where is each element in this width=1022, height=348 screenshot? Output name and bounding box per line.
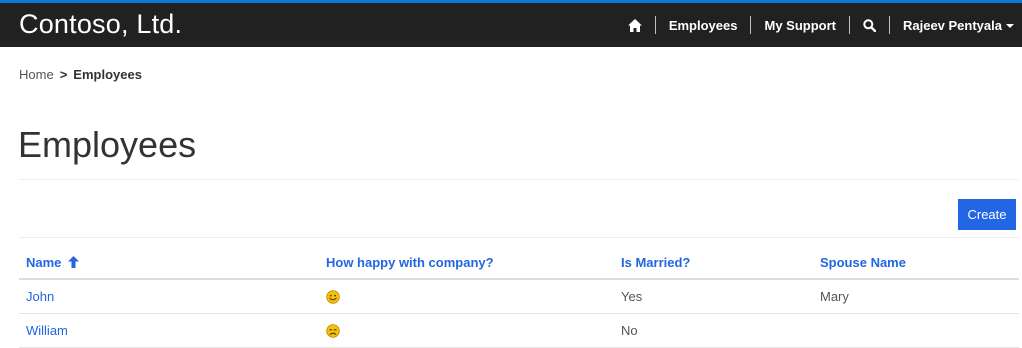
toolbar-divider [19,237,1019,238]
caret-down-icon [1006,24,1014,29]
nav-link-employees[interactable]: Employees [669,18,738,33]
home-icon[interactable] [627,18,642,32]
happiness-cell [319,313,614,348]
nav-separator [654,16,656,34]
breadcrumb-separator: > [59,67,68,82]
smiling-face-icon [326,290,340,305]
nav-separator [750,16,752,34]
table-row: John Yes Mary [19,279,1019,314]
nav-link-my-support[interactable]: My Support [764,18,836,33]
married-cell: No [614,313,813,348]
table-header-row: Name How happy with company? Is Married?… [19,246,1019,280]
column-header-label: Name [26,254,62,270]
brand-logo-text[interactable]: Contoso, Ltd. [19,9,182,40]
column-header-spouse[interactable]: Spouse Name [813,246,1019,280]
main-nav: Employees My Support Rajeev Pentyala [627,3,1014,47]
create-button[interactable]: Create [958,199,1016,230]
employee-name-link[interactable]: John [19,279,319,314]
search-icon[interactable] [863,18,876,32]
breadcrumb-home[interactable]: Home [19,67,54,82]
user-menu[interactable]: Rajeev Pentyala [903,18,1014,33]
column-header-happiness[interactable]: How happy with company? [319,246,614,280]
breadcrumb-current: Employees [73,67,142,82]
unhappy-face-icon [326,324,340,339]
employee-name-link[interactable]: William [19,313,319,348]
page-title: Employees [18,124,197,165]
table-row: William No [19,313,1019,348]
breadcrumb: Home > Employees [19,67,142,82]
married-cell: Yes [614,279,813,314]
column-header-married[interactable]: Is Married? [614,246,813,280]
user-name: Rajeev Pentyala [902,17,1002,33]
happiness-cell [319,279,614,314]
employees-table: Name How happy with company? Is Married?… [19,246,1019,348]
nav-separator [848,16,850,34]
top-navigation-bar: Contoso, Ltd. Employees My Support Rajee… [0,0,1022,47]
title-divider [19,179,1019,180]
spouse-cell: Mary [813,279,1019,314]
sort-ascending-icon [64,255,80,270]
nav-separator [888,16,890,34]
spouse-cell [813,313,1019,348]
column-header-name[interactable]: Name [19,246,319,280]
